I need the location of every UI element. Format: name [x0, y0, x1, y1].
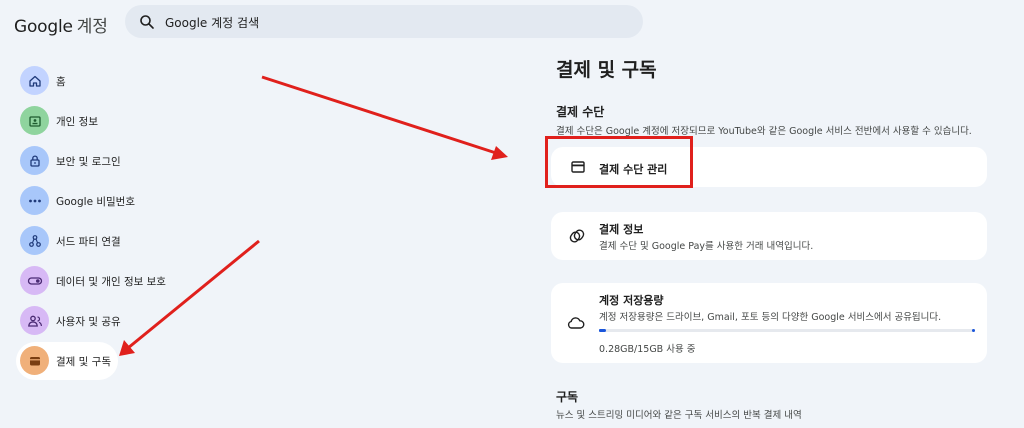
annotation-arrows — [119, 75, 508, 356]
arrow-to-sidebar-item — [119, 239, 260, 356]
arrow-to-manage-payment — [261, 75, 508, 160]
